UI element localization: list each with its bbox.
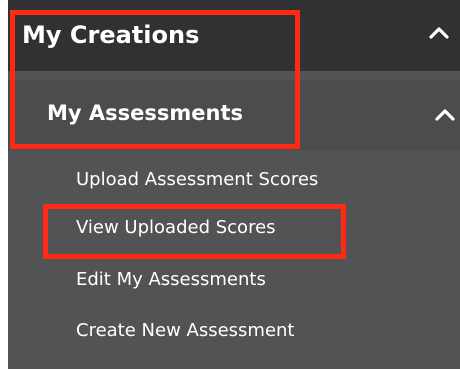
left-gutter — [0, 0, 8, 369]
menu-item-view-uploaded-scores[interactable]: View Uploaded Scores — [76, 215, 276, 241]
chevron-up-icon[interactable] — [434, 108, 456, 122]
menu-item-edit-my-assessments[interactable]: Edit My Assessments — [76, 267, 266, 293]
my-assessments-title[interactable]: My Assessments — [47, 98, 243, 128]
menu-item-upload-assessment-scores[interactable]: Upload Assessment Scores — [76, 167, 318, 193]
my-creations-title[interactable]: My Creations — [22, 19, 199, 51]
chevron-up-icon[interactable] — [428, 26, 450, 40]
menu-item-create-new-assessment[interactable]: Create New Assessment — [76, 318, 295, 344]
